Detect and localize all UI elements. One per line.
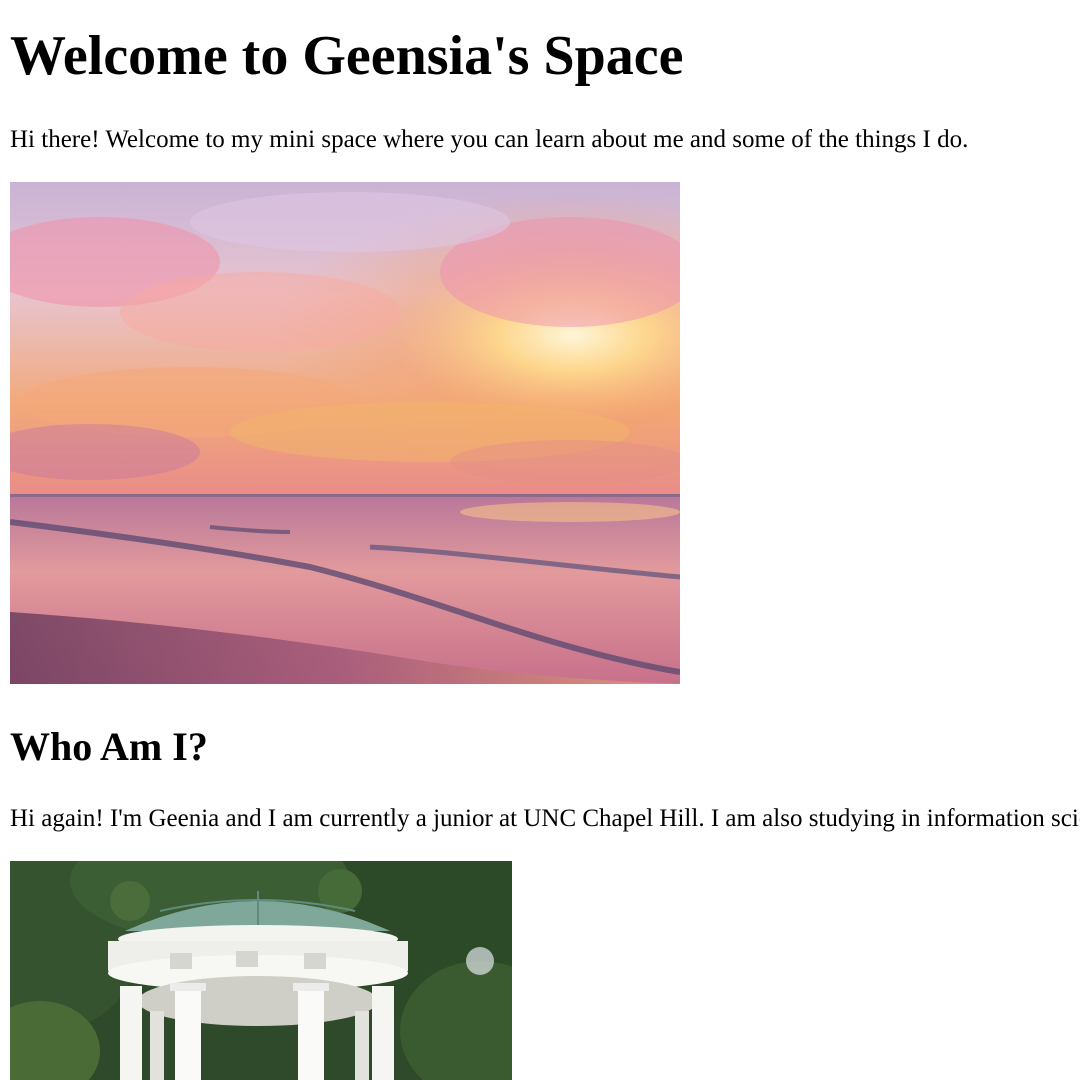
about-heading: Who Am I? <box>10 724 208 769</box>
about-paragraph: Hi again! I'm Geenia and I am currently … <box>10 805 1080 832</box>
sunset-beach-image <box>10 182 680 684</box>
old-well-image <box>10 861 512 1080</box>
intro-paragraph: Hi there! Welcome to my mini space where… <box>10 126 969 153</box>
page-title: Welcome to Geensia's Space <box>10 25 684 87</box>
